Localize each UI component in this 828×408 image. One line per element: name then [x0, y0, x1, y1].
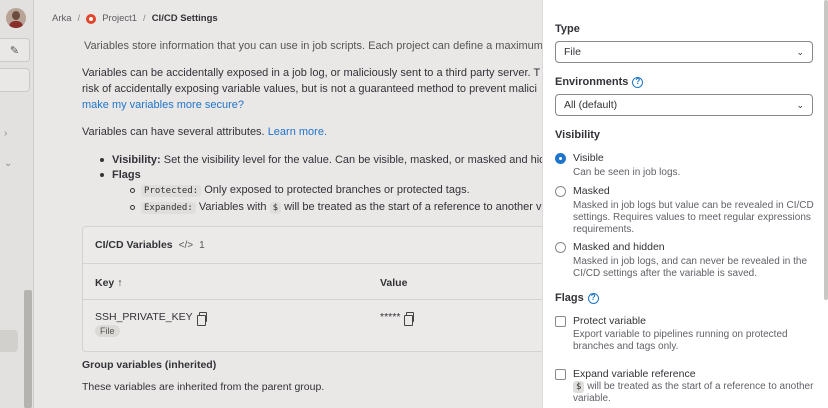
help-icon[interactable]: ?	[632, 76, 644, 88]
environments-value: All (default)	[564, 99, 618, 111]
environments-select[interactable]: All (default) ⌄	[555, 94, 813, 116]
breadcrumb: Arka / Project1 / CI/CD Settings	[52, 13, 218, 24]
drawer-scrollbar[interactable]	[824, 0, 828, 300]
help-icon[interactable]: ?	[587, 292, 599, 304]
protected-code: Protected:	[141, 185, 202, 197]
divider	[83, 299, 551, 300]
bullet-visibility: Visibility: Set the visibility level for…	[100, 153, 545, 167]
visibility-masked-label[interactable]: Masked	[573, 185, 610, 197]
breadcrumb-separator: /	[77, 13, 81, 24]
visibility-masked-hint: Masked in job logs but value can be reve…	[573, 200, 814, 235]
bullet-expanded: Expanded: Variables with $ will be treat…	[130, 200, 541, 215]
project-icon	[86, 13, 97, 24]
attributes-label: Variables can have several attributes.	[82, 126, 265, 138]
user-avatar[interactable]	[6, 8, 26, 28]
breadcrumb-current[interactable]: CI/CD Settings	[152, 13, 218, 24]
group-variables-title: Group variables (inherited)	[82, 359, 217, 371]
chevron-down-icon[interactable]: ⌄	[4, 158, 12, 169]
visibility-desc: Set the visibility level for the value. …	[163, 154, 546, 166]
breadcrumb-separator: /	[143, 13, 146, 24]
breadcrumb-group[interactable]: Arka	[52, 13, 72, 24]
flags-label: Flags ?	[555, 292, 599, 304]
group-variables-desc: These variables are inherited from the p…	[82, 381, 325, 393]
card-title: CI/CD Variables	[95, 239, 173, 251]
flags-term: Flags	[112, 169, 141, 181]
variable-count: 1	[199, 239, 205, 251]
breadcrumb-project[interactable]: Project1	[102, 13, 137, 24]
visibility-masked-hidden-hint: Masked in job logs, and can never be rev…	[573, 256, 808, 279]
copy-key-icon[interactable]	[196, 312, 207, 326]
protected-desc: Only exposed to protected branches or pr…	[204, 184, 470, 196]
visibility-visible-label[interactable]: Visible	[573, 152, 604, 164]
variable-key: SSH_PRIVATE_KEY	[95, 311, 193, 323]
visibility-visible-radio[interactable]	[555, 153, 566, 164]
search-button[interactable]	[0, 68, 30, 92]
intro-line-2: Variables can be accidentally exposed in…	[82, 67, 541, 79]
left-sidebar: ✎ › ⌄	[0, 0, 34, 408]
visibility-masked-hidden-radio[interactable]	[555, 242, 566, 253]
visibility-masked-hidden-label[interactable]: Masked and hidden	[573, 241, 665, 253]
divider	[83, 263, 551, 264]
environments-label: Environments ?	[555, 76, 644, 88]
expanded-desc-post: will be treated as the start of a refere…	[284, 201, 542, 213]
visibility-label: Visibility	[555, 129, 601, 141]
expand-variable-hint-text: will be treated as the start of a refere…	[573, 381, 814, 404]
variable-type-badge: File	[95, 325, 120, 337]
visibility-masked-radio[interactable]	[555, 186, 566, 197]
intro-line-3: risk of accidentally exposing variable v…	[82, 83, 537, 95]
add-variable-drawer: Type File ⌄ Environments ? All (default)…	[542, 0, 828, 408]
expand-variable-hint: $ will be treated as the start of a refe…	[573, 381, 818, 405]
expanded-code: Expanded:	[141, 202, 196, 214]
secure-variables-link[interactable]: make my variables more secure?	[82, 98, 244, 112]
visibility-visible-hint: Can be seen in job logs.	[573, 167, 681, 178]
protect-variable-checkbox[interactable]	[555, 316, 566, 327]
copy-value-icon[interactable]	[404, 312, 415, 326]
expand-variable-label[interactable]: Expand variable reference	[573, 368, 696, 380]
type-select[interactable]: File ⌄	[555, 41, 813, 63]
type-label: Type	[555, 23, 580, 35]
column-key-label: Key	[95, 277, 115, 289]
sidebar-active-item[interactable]	[0, 330, 18, 352]
learn-more-link[interactable]: Learn more.	[268, 126, 327, 138]
attributes-text: Variables can have several attributes. L…	[82, 125, 327, 139]
dollar-code: $	[573, 381, 585, 393]
dollar-code: $	[269, 202, 281, 214]
code-icon: </>	[178, 239, 194, 251]
sort-asc-icon: ↑	[117, 277, 123, 289]
environments-label-text: Environments	[555, 76, 629, 88]
chevron-down-icon: ⌄	[796, 46, 804, 57]
visibility-term: Visibility:	[112, 154, 161, 166]
card-header: CI/CD Variables </> 1	[95, 239, 205, 251]
cicd-variables-card: CI/CD Variables </> 1 Key ↑ Value SSH_PR…	[82, 226, 552, 352]
table-row-value: *****	[380, 311, 415, 326]
protect-variable-label[interactable]: Protect variable	[573, 315, 646, 327]
intro-line-1: Variables store information that you can…	[84, 40, 543, 52]
expand-variable-checkbox[interactable]	[555, 369, 566, 380]
edit-icon[interactable]: ✎	[0, 38, 30, 62]
variable-value: *****	[380, 311, 401, 323]
bullet-protected: Protected: Only exposed to protected bra…	[130, 183, 470, 198]
column-key-header[interactable]: Key ↑	[95, 277, 122, 289]
expanded-desc-pre: Variables with	[198, 201, 267, 213]
chevron-down-icon: ⌄	[796, 99, 804, 110]
column-value-header: Value	[380, 277, 408, 289]
flags-label-text: Flags	[555, 292, 584, 304]
protect-variable-hint: Export variable to pipelines running on …	[573, 329, 788, 352]
bullet-flags: Flags	[100, 168, 141, 182]
chevron-right-icon[interactable]: ›	[4, 128, 7, 139]
type-value: File	[564, 46, 581, 58]
table-row-key: SSH_PRIVATE_KEY	[95, 311, 207, 326]
sidebar-scrollbar[interactable]	[24, 290, 32, 408]
